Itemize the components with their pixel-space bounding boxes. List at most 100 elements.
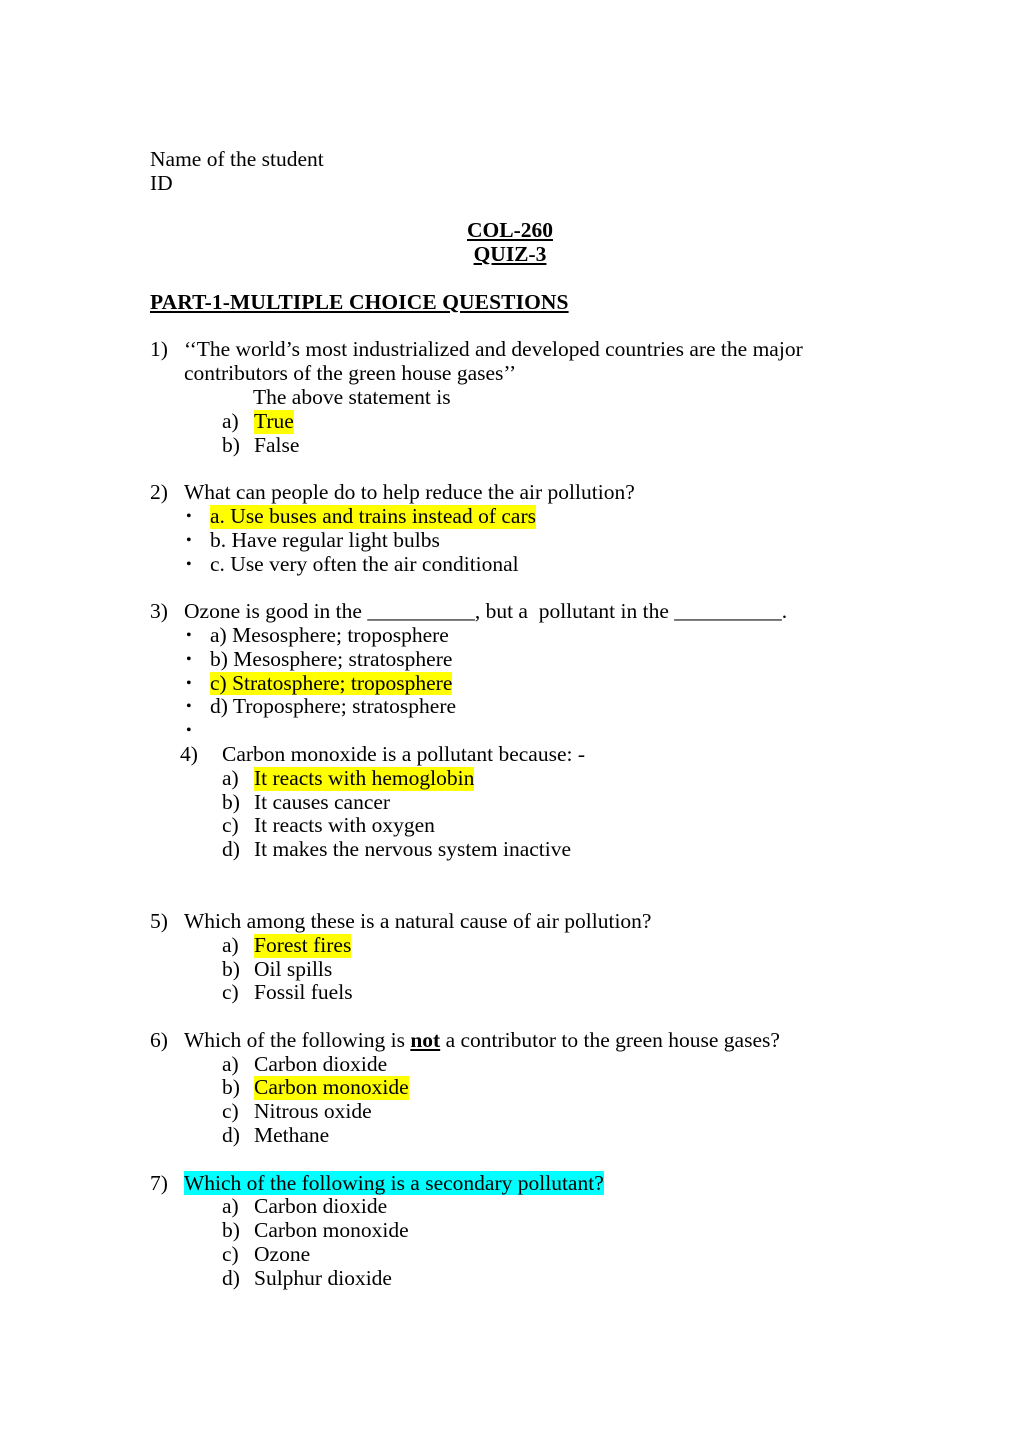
question-7-number: 7)	[150, 1170, 168, 1195]
option-text: Methane	[254, 1123, 330, 1148]
option-text: c. Use very often the air conditional	[210, 551, 519, 576]
option-row[interactable]: a) It reacts with hemoglobin	[150, 765, 870, 791]
option-row[interactable]: b) It causes cancer	[150, 789, 870, 815]
option-text: Fossil fuels	[254, 980, 353, 1005]
option-marker: a)	[222, 1194, 239, 1219]
option-text: Carbon monoxide	[254, 1218, 409, 1243]
option-row[interactable]: • c) Stratosphere; troposphere	[150, 671, 870, 696]
option-text: It causes cancer	[254, 789, 391, 814]
course-code-heading: COL-260	[150, 218, 870, 243]
option-marker: c)	[222, 1242, 239, 1267]
question-4-text: Carbon monoxide is a pollutant because: …	[222, 741, 586, 766]
document-body: Name of the student ID COL-260 QUIZ-3 PA…	[150, 147, 870, 1291]
student-name-label: Name of the student	[150, 147, 324, 171]
option-row[interactable]: c) It reacts with oxygen	[150, 814, 870, 838]
question-1: 1) ‘‘The world’s most industrialized and…	[150, 338, 870, 386]
option-row[interactable]: d) Sulphur dioxide	[150, 1265, 870, 1291]
option-row[interactable]: • b. Have regular light bulbs	[150, 527, 870, 553]
question-6-text-before: Which of the following is	[184, 1027, 411, 1052]
option-text: Ozone	[254, 1242, 311, 1267]
option-row[interactable]: a) Forest fires	[150, 932, 870, 958]
option-row[interactable]: • a) Mesosphere; troposphere	[150, 622, 870, 648]
question-5-text: Which among these is a natural cause of …	[184, 908, 652, 933]
question-4-options: a) It reacts with hemoglobin b) It cause…	[150, 765, 870, 862]
option-row[interactable]: c) Fossil fuels	[150, 980, 870, 1005]
option-row[interactable]: b) Carbon monoxide	[150, 1218, 870, 1243]
bullet-icon: •	[186, 698, 192, 716]
option-row[interactable]: c) Ozone	[150, 1242, 870, 1267]
option-text: b. Have regular light bulbs	[210, 527, 440, 552]
option-text: Oil spills	[254, 956, 333, 981]
option-text: False	[254, 432, 300, 457]
question-6-options: a) Carbon dioxide b) Carbon monoxide c) …	[150, 1051, 870, 1148]
option-row[interactable]: b) Carbon monoxide	[150, 1075, 870, 1101]
option-marker: a)	[222, 1051, 239, 1076]
bullet-icon: •	[186, 555, 192, 573]
question-3-number: 3)	[150, 599, 168, 624]
option-row[interactable]: d) Methane	[150, 1123, 870, 1148]
question-5: 5) Which among these is a natural cause …	[150, 908, 870, 934]
question-2-number: 2)	[150, 480, 168, 505]
option-row[interactable]: • b) Mesosphere; stratosphere	[150, 646, 870, 672]
option-marker: b)	[222, 956, 240, 981]
option-row[interactable]: b) False	[150, 432, 870, 458]
option-row[interactable]: a) Carbon dioxide	[150, 1195, 870, 1219]
option-text: Carbon monoxide	[254, 1075, 409, 1101]
question-3-text: Ozone is good in the __________, but a p…	[184, 599, 788, 624]
question-5-options: a) Forest fires b) Oil spills c) Fossil …	[150, 932, 870, 1005]
part-heading: PART-1-MULTIPLE CHOICE QUESTIONS	[150, 289, 569, 314]
question-7-text: Which of the following is a secondary po…	[184, 1170, 604, 1195]
option-text: b) Mesosphere; stratosphere	[210, 646, 453, 671]
option-marker: b)	[222, 1075, 240, 1100]
option-marker: b)	[222, 789, 240, 814]
option-text: d) Troposphere; stratosphere	[210, 694, 457, 719]
question-2-text: What can people do to help reduce the ai…	[184, 480, 635, 505]
option-text: a) Mesosphere; troposphere	[210, 622, 449, 647]
option-row[interactable]: b) Oil spills	[150, 956, 870, 982]
option-row[interactable]: a) True	[150, 408, 870, 434]
option-marker: d)	[222, 1265, 240, 1290]
question-6-number: 6)	[150, 1027, 168, 1052]
option-marker: a)	[222, 765, 239, 790]
quiz-title-heading: QUIZ-3	[150, 242, 870, 267]
option-marker: a)	[222, 932, 239, 957]
option-marker: b)	[222, 432, 240, 457]
option-text: Carbon dioxide	[254, 1051, 388, 1076]
bullet-icon: •	[186, 531, 192, 549]
option-text: a. Use buses and trains instead of cars	[210, 503, 536, 529]
bullet-icon: •	[186, 650, 192, 668]
question-3: 3) Ozone is good in the __________, but …	[150, 599, 870, 624]
option-text: Sulphur dioxide	[254, 1265, 392, 1290]
question-2-options: • a. Use buses and trains instead of car…	[150, 503, 870, 577]
option-row[interactable]: d) It makes the nervous system inactive	[150, 837, 870, 862]
option-text: Carbon dioxide	[254, 1194, 388, 1219]
option-marker: b)	[222, 1218, 240, 1243]
question-1-number: 1)	[150, 337, 168, 362]
option-row[interactable]: • d) Troposphere; stratosphere	[150, 695, 870, 719]
option-row[interactable]: c) Nitrous oxide	[150, 1099, 870, 1124]
question-4: 4) Carbon monoxide is a pollutant becaus…	[150, 741, 870, 767]
question-3-options: • a) Mesosphere; troposphere • b) Mesosp…	[150, 622, 870, 743]
option-row[interactable]: a) Carbon dioxide	[150, 1051, 870, 1077]
question-4-number: 4)	[180, 741, 198, 766]
option-row[interactable]: • a. Use buses and trains instead of car…	[150, 503, 870, 529]
option-marker: a)	[222, 408, 239, 433]
option-marker: c)	[222, 1099, 239, 1124]
option-marker: c)	[222, 980, 239, 1005]
option-text: Nitrous oxide	[254, 1099, 372, 1124]
option-row-empty[interactable]: •	[150, 719, 870, 743]
bullet-icon: •	[186, 507, 192, 525]
question-6: 6) Which of the following is not a contr…	[150, 1027, 870, 1053]
question-2: 2) What can people do to help reduce the…	[150, 480, 870, 505]
option-text: It makes the nervous system inactive	[254, 837, 572, 862]
option-row[interactable]: • c. Use very often the air conditional	[150, 551, 870, 577]
option-marker: c)	[222, 813, 239, 838]
